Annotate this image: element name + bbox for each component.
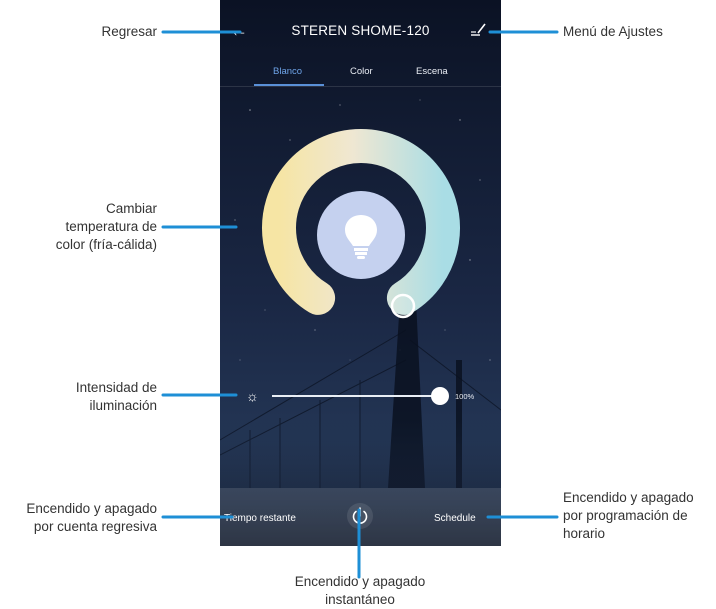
- label-brightness: Intensidad de iluminación: [75, 380, 157, 413]
- label-back: Regresar: [101, 24, 157, 39]
- label-color-temperature: Cambiar temperatura de color (fría-cálid…: [55, 201, 157, 252]
- label-instant-power: Encendido y apagado instantáneo: [294, 574, 426, 607]
- label-settings-menu: Menú de Ajustes: [563, 24, 663, 39]
- label-schedule: Encendido y apagado por programación de …: [563, 490, 694, 541]
- label-countdown: Encendido y apagado por cuenta regresiva: [26, 501, 157, 534]
